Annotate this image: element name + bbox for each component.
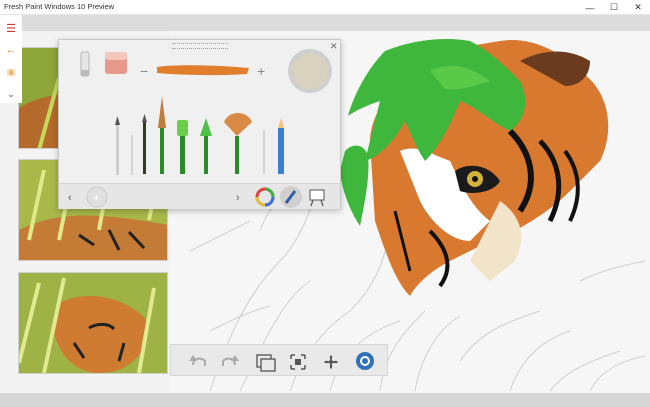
- easel-icon[interactable]: [309, 189, 325, 207]
- tiger-face-in-grass-image: [19, 273, 167, 373]
- title-bar: Fresh Paint Windows 10 Preview — ☐ ✕: [0, 0, 650, 15]
- wet-canvas-icon[interactable]: [356, 352, 374, 370]
- brush-icon[interactable]: [280, 186, 302, 208]
- brush-size-stroke: [157, 65, 249, 76]
- top-band: [0, 15, 650, 31]
- pencil-blue-tool[interactable]: [278, 118, 284, 174]
- brush-row: [115, 96, 284, 175]
- fan-dry-icon[interactable]: [324, 355, 338, 369]
- close-button[interactable]: ✕: [626, 0, 650, 15]
- tool-panel-footer-icons: ‹ + ›: [68, 186, 325, 208]
- layers-icon[interactable]: [256, 354, 276, 372]
- redo-icon[interactable]: [222, 355, 239, 366]
- chevron-down-icon[interactable]: ⌄: [2, 85, 20, 103]
- oil-brush-medium-tool[interactable]: [158, 96, 166, 174]
- brush-size-minus-icon[interactable]: −: [140, 63, 148, 79]
- oil-brush-round-tool[interactable]: [131, 135, 133, 175]
- round-brush-green-tool[interactable]: [200, 118, 212, 174]
- fan-brush-tool[interactable]: [224, 113, 252, 174]
- window-title: Fresh Paint Windows 10 Preview: [4, 2, 115, 11]
- svg-text:+: +: [93, 192, 99, 204]
- thin-stick-tool[interactable]: [263, 130, 265, 174]
- bottom-band: [0, 393, 650, 407]
- tool-panel-graphics: − +: [80, 49, 332, 175]
- eraser-tool[interactable]: [105, 52, 127, 74]
- oil-brush-fine-tool[interactable]: [142, 114, 147, 174]
- tiger-thumbnail-3[interactable]: [18, 272, 168, 374]
- maximize-button[interactable]: ☐: [602, 0, 626, 15]
- tool-panel: ✕ − + ‹ + ›: [58, 39, 341, 209]
- flat-brush-green-tool[interactable]: [177, 120, 188, 174]
- brush-size-plus-icon[interactable]: +: [257, 63, 265, 79]
- add-image-icon[interactable]: ▣: [2, 63, 20, 81]
- chevron-left-icon[interactable]: ‹: [68, 192, 72, 204]
- hamburger-icon[interactable]: ☰: [2, 19, 20, 37]
- oil-brush-thin-tool[interactable]: [115, 116, 120, 175]
- tool-panel-footer: ‹ + ›: [59, 183, 340, 209]
- color-swatch[interactable]: [288, 49, 332, 93]
- color-wheel-icon[interactable]: [255, 187, 275, 207]
- fit-screen-icon[interactable]: [290, 354, 306, 370]
- minimize-button[interactable]: —: [578, 0, 602, 15]
- chevron-right-icon[interactable]: ›: [236, 192, 240, 204]
- undo-icon[interactable]: [189, 355, 206, 366]
- bottom-toolbar: [170, 344, 388, 376]
- left-command-bar: ☰ ← ▣ ⌄: [0, 15, 22, 103]
- back-arrow-icon[interactable]: ←: [2, 41, 20, 59]
- pencil-eraser-tool[interactable]: [80, 51, 90, 77]
- bottom-toolbar-icons: [189, 352, 374, 372]
